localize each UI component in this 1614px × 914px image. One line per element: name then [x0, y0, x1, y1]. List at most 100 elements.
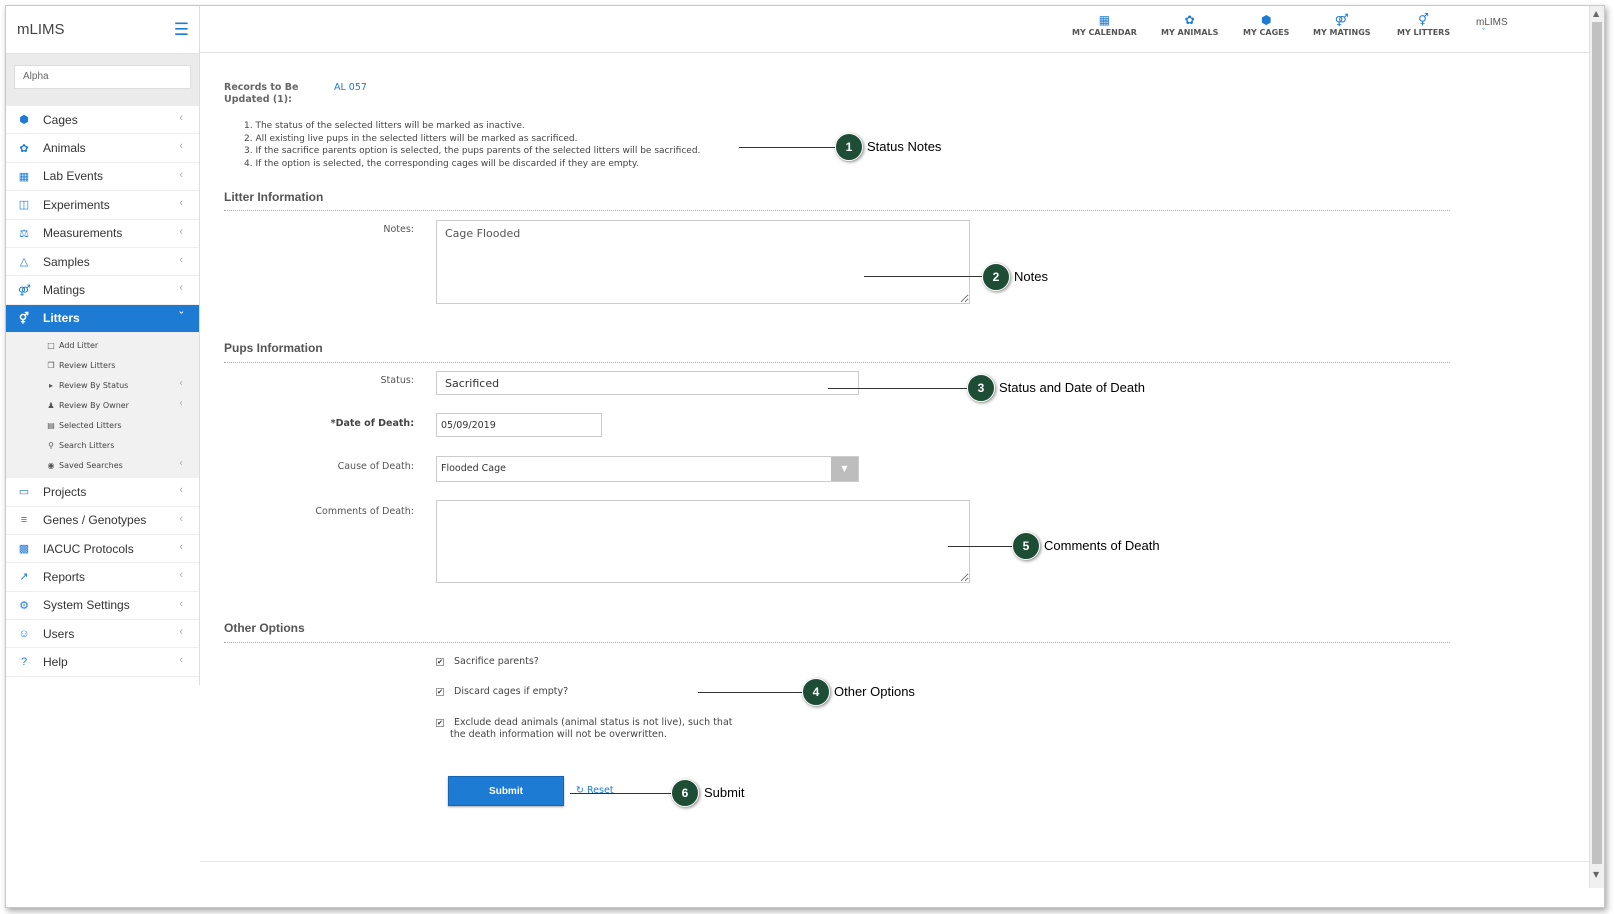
callout-line [570, 793, 673, 794]
chart-icon: ↗ [19, 571, 29, 584]
chevron-left-icon: ‹ [179, 168, 183, 181]
submenu-selected-litters[interactable]: ▤ Selected Litters [6, 415, 199, 435]
sidebar-item-genes[interactable]: ≡ Genes / Genotypes ‹ [6, 507, 199, 535]
chevron-left-icon: ‹ [179, 112, 183, 124]
sidebar-item-samples[interactable]: △ Samples ‹ [6, 248, 199, 277]
record-link[interactable]: AL 057 [334, 82, 367, 93]
sidebar-item-label: Cages [43, 112, 78, 127]
calendar-icon: ▦ [1098, 13, 1111, 27]
app-window: mLIMS ☰ ⬢ Cages ‹ ✿ Animals ‹ ▦ Lab Events ‹ ◫… [5, 5, 1605, 908]
sidebar-item-animals[interactable]: ✿ Animals ‹ [6, 134, 199, 163]
reset-button[interactable]: ↻ Reset [576, 785, 614, 796]
callout-label: Comments of Death [1044, 538, 1160, 553]
chevron-left-icon: ‹ [179, 569, 183, 582]
flask-icon: △ [19, 256, 29, 269]
sidebar-item-matings[interactable]: ⚤ Matings ‹ [6, 276, 199, 305]
refresh-icon: ↻ [576, 785, 584, 796]
discard-cages-label: Discard cages if empty? [454, 686, 569, 697]
sidebar-item-experiments[interactable]: ◫ Experiments ‹ [6, 191, 199, 220]
sidebar-item-users[interactable]: ☺ Users ‹ [6, 620, 199, 649]
litter-info-heading: Litter Information [224, 190, 324, 204]
sacrifice-parents-checkbox[interactable]: ✔ [436, 658, 444, 666]
callout-badge: 1 [835, 133, 863, 161]
my-cages-link[interactable]: ⬢ MY CAGES [1243, 12, 1289, 37]
copy-icon: ❐ [47, 360, 55, 370]
comments-of-death-textarea[interactable] [436, 500, 970, 583]
sidebar-item-label: Experiments [43, 197, 110, 212]
calendar-icon: ▦ [18, 170, 30, 183]
date-of-death-label: *Date of Death: [330, 418, 414, 429]
submenu-review-by-owner[interactable]: ♟ Review By Owner ‹ [6, 395, 199, 415]
callout-badge: 2 [982, 263, 1010, 291]
chevron-left-icon: ‹ [179, 140, 183, 153]
sidebar-item-reports[interactable]: ↗ Reports ‹ [6, 563, 199, 592]
caret-right-icon: ▸ [48, 380, 53, 390]
top-link-label: MY MATINGS [1313, 28, 1371, 37]
dot-circle-icon: ◉ [47, 460, 55, 470]
user-menu[interactable]: mLIMS ˇ [1476, 17, 1508, 37]
status-field[interactable]: Sacrificed [436, 371, 859, 395]
callout-badge: 3 [967, 374, 995, 402]
callout-label: Status Notes [867, 139, 942, 154]
my-litters-link[interactable]: ⚥ MY LITTERS [1397, 12, 1450, 37]
cube-icon: ⬢ [1260, 13, 1272, 27]
sidebar-item-label: Litters [43, 311, 80, 326]
other-options-heading: Other Options [224, 621, 305, 635]
chevron-down-icon[interactable]: ▼ [831, 457, 858, 481]
sidebar-search-input[interactable] [14, 64, 191, 89]
chevron-left-icon: ‹ [179, 540, 183, 553]
paw-icon: ✿ [19, 142, 29, 155]
section-divider [224, 642, 1450, 643]
sidebar-item-iacuc[interactable]: ▩ IACUC Protocols ‹ [6, 535, 199, 564]
callout-badge: 6 [671, 779, 699, 807]
litter-icon: ⚥ [1418, 13, 1429, 27]
sidebar-item-litters[interactable]: ⚥ Litters ˇ [6, 304, 199, 334]
sidebar-item-help[interactable]: ? Help ‹ [6, 648, 199, 677]
my-animals-link[interactable]: ✿ MY ANIMALS [1161, 12, 1218, 37]
scroll-down-icon[interactable]: ▼ [1593, 870, 1599, 879]
submenu-review-by-status[interactable]: ▸ Review By Status ‹ [6, 375, 199, 395]
mating-icon: ⚤ [1334, 13, 1349, 27]
my-calendar-link[interactable]: ▦ MY CALENDAR [1072, 12, 1137, 37]
sidebar-item-label: Reports [43, 569, 86, 584]
vertical-scrollbar[interactable]: ▲ ▼ [1589, 6, 1604, 888]
notes-textarea[interactable]: Cage Flooded [436, 220, 970, 304]
exclude-dead-checkbox[interactable]: ✔ [436, 719, 444, 727]
litter-update-form: Records to Be Updated (1): AL 057 1. The… [224, 66, 1456, 856]
status-notes: 1. The status of the selected litters wi… [244, 120, 700, 170]
submenu-search-litters[interactable]: ⚲ Search Litters [6, 435, 199, 455]
date-of-death-input[interactable] [436, 413, 602, 437]
top-link-label: MY ANIMALS [1161, 28, 1219, 37]
sidebar-item-label: Matings [43, 283, 86, 298]
submenu-saved-searches[interactable]: ◉ Saved Searches ‹ [6, 455, 199, 475]
sidebar-item-system-settings[interactable]: ⚙ System Settings ‹ [6, 592, 199, 621]
pups-info-heading: Pups Information [224, 341, 323, 355]
sidebar-item-lab-events[interactable]: ▦ Lab Events ‹ [6, 163, 199, 192]
chevron-left-icon: ‹ [179, 484, 183, 497]
sidebar-item-projects[interactable]: ▭ Projects ‹ [6, 478, 199, 507]
scroll-up-icon[interactable]: ▲ [1593, 9, 1599, 18]
chevron-left-icon: ‹ [179, 597, 183, 610]
submenu-review-litters[interactable]: ❐ Review Litters [6, 355, 199, 375]
my-matings-link[interactable]: ⚤ MY MATINGS [1313, 12, 1371, 37]
submit-button[interactable]: Submit [448, 776, 564, 806]
users-icon: ☺ [18, 627, 30, 640]
scrollbar-thumb[interactable] [1592, 22, 1602, 864]
sidebar-item-label: Animals [43, 141, 86, 156]
sidebar-item-cages[interactable]: ⬢ Cages ‹ [6, 106, 199, 135]
chevron-down-icon: ˇ [179, 310, 183, 323]
callout-line [948, 546, 1014, 547]
chevron-down-icon: ˇ [1482, 27, 1485, 37]
records-label: Records to Be Updated (1): [224, 82, 299, 105]
cause-of-death-select[interactable]: Flooded Cage ▼ [436, 456, 859, 482]
hamburger-menu-icon[interactable]: ☰ [174, 20, 189, 40]
user-icon: ♟ [47, 400, 55, 410]
submenu-label: Saved Searches [59, 460, 123, 470]
chevron-left-icon: ‹ [179, 458, 183, 470]
reset-label: Reset [587, 785, 614, 796]
litters-submenu: □ Add Litter ❐ Review Litters ▸ Review By S… [6, 333, 199, 479]
submenu-add-litter[interactable]: □ Add Litter [6, 335, 199, 355]
sidebar-item-measurements[interactable]: ⚖ Measurements ‹ [6, 220, 199, 248]
discard-cages-checkbox[interactable]: ✔ [436, 688, 444, 696]
brand-bar: mLIMS ☰ [6, 6, 199, 54]
